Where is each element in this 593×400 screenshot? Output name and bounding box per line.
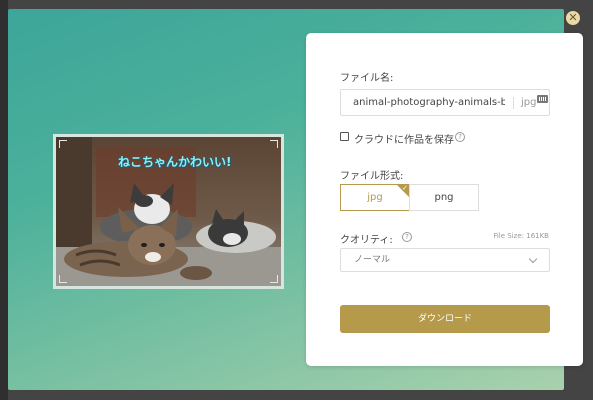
file-format-label: ファイル形式: xyxy=(340,171,404,182)
image-caption: ねこちゃんかわいい! xyxy=(118,155,232,169)
download-settings-panel: ファイル名: animal-photography-animals-bal jp… xyxy=(306,33,583,366)
format-option-jpg[interactable]: jpg ✓ xyxy=(340,184,410,211)
image-preview: ねこちゃんかわいい! xyxy=(53,134,284,289)
keyboard-icon[interactable] xyxy=(537,95,548,103)
preview-photo: ねこちゃんかわいい! xyxy=(56,137,281,286)
checkmark-icon: ✓ xyxy=(402,184,408,192)
chevron-down-icon xyxy=(528,254,538,264)
quality-label: クオリティ: xyxy=(340,235,393,246)
save-to-cloud-checkbox[interactable] xyxy=(340,132,349,141)
file-size-text: File Size: 161KB xyxy=(493,232,549,240)
filename-extension: jpg xyxy=(521,97,537,108)
help-icon[interactable]: ? xyxy=(402,232,412,242)
filename-label: ファイル名: xyxy=(340,73,394,84)
backdrop-sidebar xyxy=(0,0,8,400)
close-icon[interactable]: ✕ xyxy=(566,11,580,25)
crop-corner-top-left xyxy=(59,140,67,148)
filename-input[interactable]: animal-photography-animals-bal xyxy=(353,90,505,115)
help-icon[interactable]: ? xyxy=(455,132,465,142)
format-option-label: png xyxy=(434,192,454,203)
download-button[interactable]: ダウンロード xyxy=(340,305,550,333)
save-to-cloud-label[interactable]: クラウドに作品を保存 xyxy=(354,131,454,146)
format-option-label: jpg xyxy=(367,192,383,203)
quality-select-value: ノーマル xyxy=(354,255,391,265)
quality-select[interactable]: ノーマル xyxy=(340,248,550,272)
filename-divider xyxy=(513,97,514,109)
crop-corner-bottom-right xyxy=(270,275,278,283)
format-option-png[interactable]: png xyxy=(409,184,479,211)
crop-corner-top-right xyxy=(270,140,278,148)
filename-field[interactable]: animal-photography-animals-bal jpg xyxy=(340,89,550,116)
crop-corner-bottom-left xyxy=(59,275,67,283)
